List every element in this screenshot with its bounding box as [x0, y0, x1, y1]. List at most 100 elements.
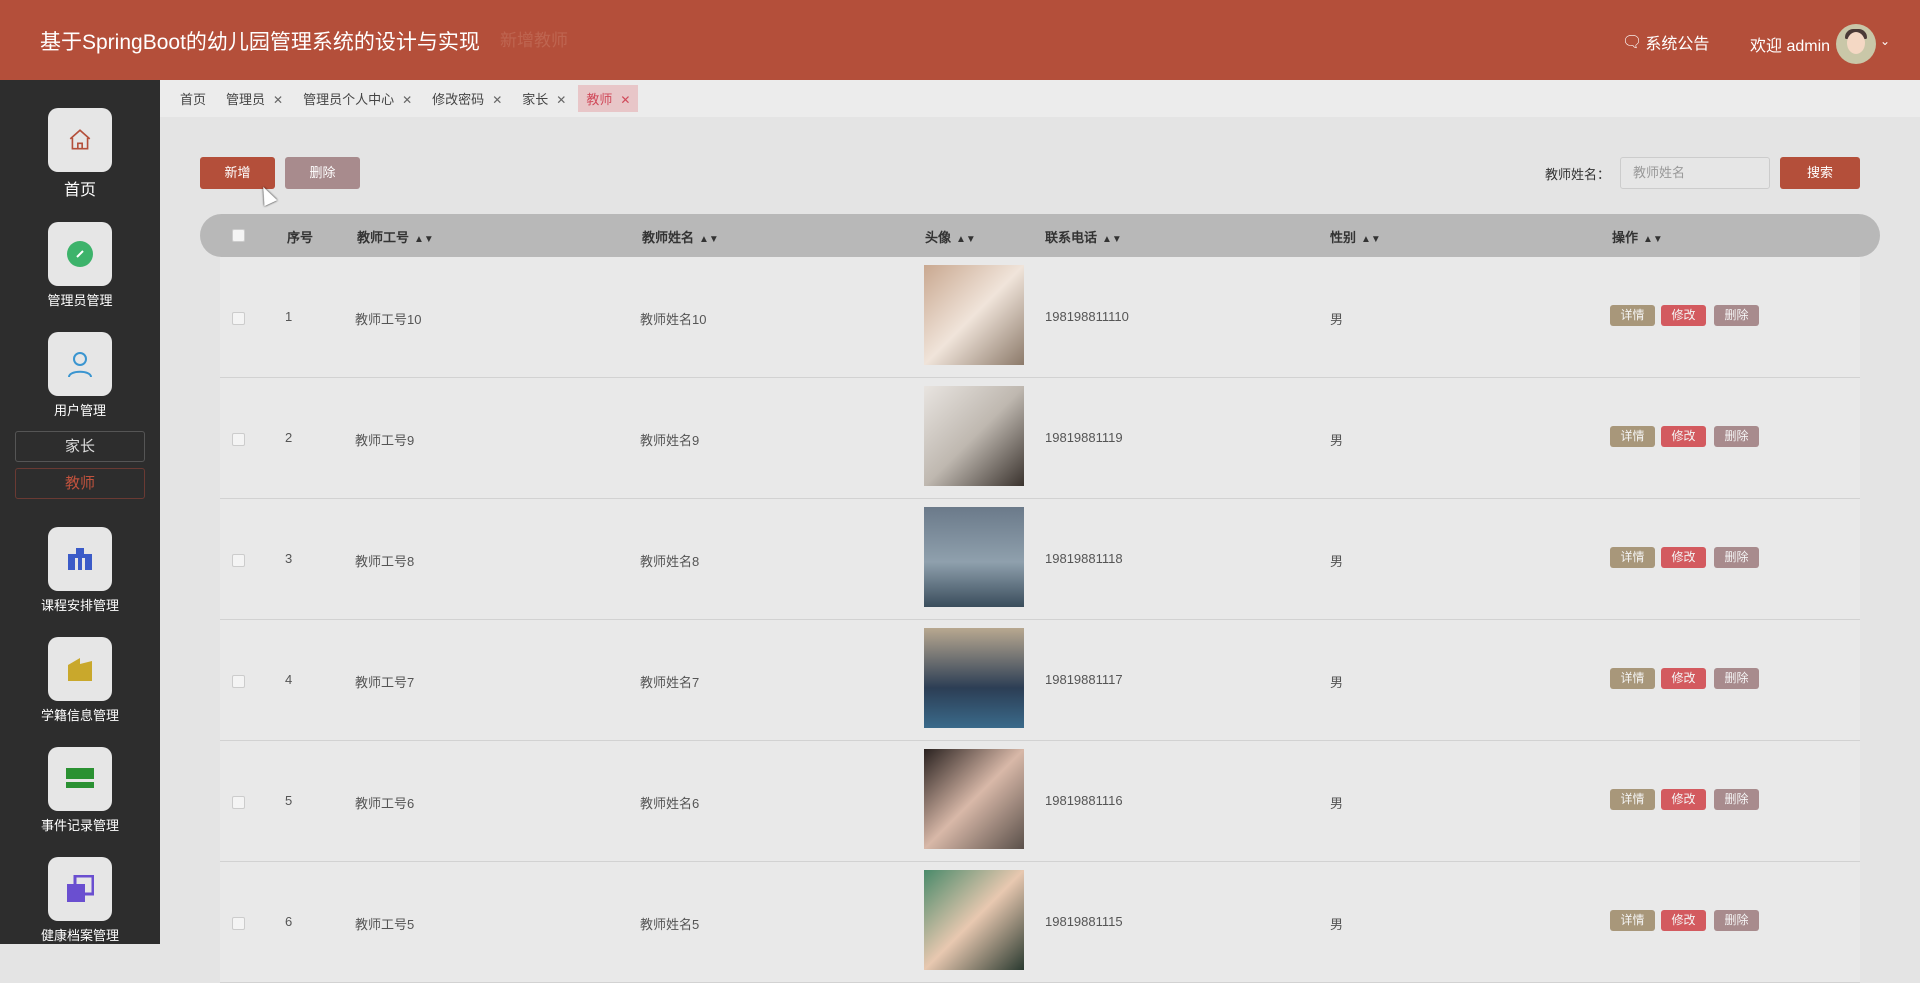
- tab-admin[interactable]: 管理员 ✕: [218, 85, 291, 112]
- sidebar-item-home[interactable]: 首页: [0, 108, 160, 200]
- cell-phone: 19819881115: [1045, 914, 1123, 929]
- delete-button[interactable]: 删除: [1714, 547, 1759, 568]
- header-phone[interactable]: 联系电话 ▲▼: [1045, 227, 1122, 246]
- row-checkbox[interactable]: [232, 917, 245, 930]
- add-button[interactable]: 新增: [200, 157, 275, 189]
- close-icon[interactable]: ✕: [402, 93, 412, 107]
- header-actions[interactable]: 操作 ▲▼: [1612, 227, 1663, 246]
- header-name[interactable]: 教师姓名 ▲▼: [642, 227, 719, 246]
- row-checkbox[interactable]: [232, 554, 245, 567]
- tab-change-password[interactable]: 修改密码 ✕: [424, 85, 510, 112]
- cell-name: 教师姓名7: [640, 675, 700, 690]
- close-icon[interactable]: ✕: [620, 93, 630, 107]
- row-checkbox[interactable]: [232, 796, 245, 809]
- row-checkbox[interactable]: [232, 433, 245, 446]
- sort-icon: ▲▼: [1643, 234, 1663, 245]
- sidebar-item-student[interactable]: 学籍信息管理: [0, 637, 160, 724]
- header-id[interactable]: 教师工号 ▲▼: [357, 227, 434, 246]
- batch-delete-button[interactable]: 删除: [285, 157, 360, 189]
- cell-no: 1: [285, 309, 293, 324]
- header-gender[interactable]: 性别 ▲▼: [1330, 227, 1381, 246]
- cell-no: 4: [285, 672, 293, 687]
- sidebar-item-users[interactable]: 用户管理: [0, 332, 160, 419]
- sidebar-item-health[interactable]: 健康档案管理: [0, 857, 160, 944]
- tab-teacher[interactable]: 教师 ✕: [578, 85, 639, 112]
- close-icon[interactable]: ✕: [273, 93, 283, 107]
- delete-button[interactable]: 删除: [1714, 426, 1759, 447]
- sort-icon: ▲▼: [956, 234, 976, 245]
- copy-icon: [48, 857, 112, 921]
- table-row: 4 教师工号7 教师姓名7 19819881117 男 详情 修改 删除: [220, 620, 1860, 741]
- edit-button[interactable]: 修改: [1661, 910, 1706, 931]
- cell-id: 教师工号7: [355, 675, 415, 690]
- delete-button[interactable]: 删除: [1714, 668, 1759, 689]
- top-header: 基于SpringBoot的幼儿园管理系统的设计与实现 🗨 系统公告 欢迎 admi…: [0, 0, 1920, 80]
- select-all-checkbox[interactable]: [232, 229, 245, 242]
- search-button[interactable]: 搜索: [1780, 157, 1860, 189]
- avatar[interactable]: [1836, 24, 1876, 64]
- delete-button[interactable]: 删除: [1714, 910, 1759, 931]
- sidebar-item-admin[interactable]: 管理员管理: [0, 222, 160, 309]
- sidebar-item-course[interactable]: 课程安排管理: [0, 527, 160, 614]
- chat-icon: 🗨: [1622, 34, 1643, 51]
- table-row: 3 教师工号8 教师姓名8 19819881118 男 详情 修改 删除: [220, 499, 1860, 620]
- edit-icon: [48, 222, 112, 286]
- cell-phone: 19819881117: [1045, 672, 1123, 687]
- teacher-photo[interactable]: [924, 386, 1024, 486]
- sidebar-sub-parent[interactable]: 家长: [15, 431, 145, 462]
- folder-icon: [48, 637, 112, 701]
- cell-id: 教师工号6: [355, 796, 415, 811]
- teacher-photo[interactable]: [924, 870, 1024, 970]
- detail-button[interactable]: 详情: [1610, 305, 1655, 326]
- cell-no: 2: [285, 430, 293, 445]
- cell-id: 教师工号10: [355, 312, 422, 327]
- cell-name: 教师姓名10: [640, 312, 707, 327]
- edit-button[interactable]: 修改: [1661, 789, 1706, 810]
- sidebar-sub-teacher[interactable]: 教师: [15, 468, 145, 499]
- header-avatar[interactable]: 头像 ▲▼: [925, 227, 976, 246]
- layout-icon: [48, 747, 112, 811]
- edit-button[interactable]: 修改: [1661, 426, 1706, 447]
- delete-button[interactable]: 删除: [1714, 789, 1759, 810]
- sort-icon: ▲▼: [1102, 234, 1122, 245]
- edit-button[interactable]: 修改: [1661, 668, 1706, 689]
- cell-phone: 198198811110: [1045, 309, 1129, 324]
- cell-id: 教师工号8: [355, 554, 415, 569]
- search-input[interactable]: 教师姓名: [1620, 157, 1770, 189]
- home-icon: [48, 108, 112, 172]
- cell-name: 教师姓名8: [640, 554, 700, 569]
- detail-button[interactable]: 详情: [1610, 668, 1655, 689]
- cell-name: 教师姓名6: [640, 796, 700, 811]
- sidebar-item-events[interactable]: 事件记录管理: [0, 747, 160, 834]
- detail-button[interactable]: 详情: [1610, 426, 1655, 447]
- row-checkbox[interactable]: [232, 675, 245, 688]
- table-body: 1 教师工号10 教师姓名10 198198811110 男 详情 修改 删除 …: [220, 257, 1860, 983]
- table-row: 1 教师工号10 教师姓名10 198198811110 男 详情 修改 删除: [220, 257, 1860, 378]
- detail-button[interactable]: 详情: [1610, 910, 1655, 931]
- tab-parent[interactable]: 家长 ✕: [514, 85, 574, 112]
- teacher-photo[interactable]: [924, 628, 1024, 728]
- tab-admin-center[interactable]: 管理员个人中心 ✕: [295, 85, 420, 112]
- edit-button[interactable]: 修改: [1661, 547, 1706, 568]
- delete-button[interactable]: 删除: [1714, 305, 1759, 326]
- cell-gender: 男: [1330, 312, 1344, 327]
- close-icon[interactable]: ✕: [556, 93, 566, 107]
- detail-button[interactable]: 详情: [1610, 789, 1655, 810]
- row-checkbox[interactable]: [232, 312, 245, 325]
- detail-button[interactable]: 详情: [1610, 547, 1655, 568]
- tab-home[interactable]: 首页: [172, 85, 214, 112]
- teacher-photo[interactable]: [924, 265, 1024, 365]
- cell-gender: 男: [1330, 796, 1344, 811]
- teacher-photo[interactable]: [924, 507, 1024, 607]
- cell-id: 教师工号9: [355, 433, 415, 448]
- notice-link[interactable]: 🗨 系统公告: [1622, 30, 1709, 54]
- chevron-down-icon[interactable]: ⌄: [1880, 34, 1890, 48]
- edit-button[interactable]: 修改: [1661, 305, 1706, 326]
- cell-id: 教师工号5: [355, 917, 415, 932]
- cell-phone: 19819881116: [1045, 793, 1123, 808]
- teacher-photo[interactable]: [924, 749, 1024, 849]
- app-title: 基于SpringBoot的幼儿园管理系统的设计与实现: [40, 31, 480, 54]
- table-header: 序号 教师工号 ▲▼ 教师姓名 ▲▼ 头像 ▲▼ 联系电话 ▲▼ 性别 ▲▼ 操作 ▲▼: [200, 214, 1880, 257]
- close-icon[interactable]: ✕: [492, 93, 502, 107]
- search-label: 教师姓名：: [1545, 167, 1611, 182]
